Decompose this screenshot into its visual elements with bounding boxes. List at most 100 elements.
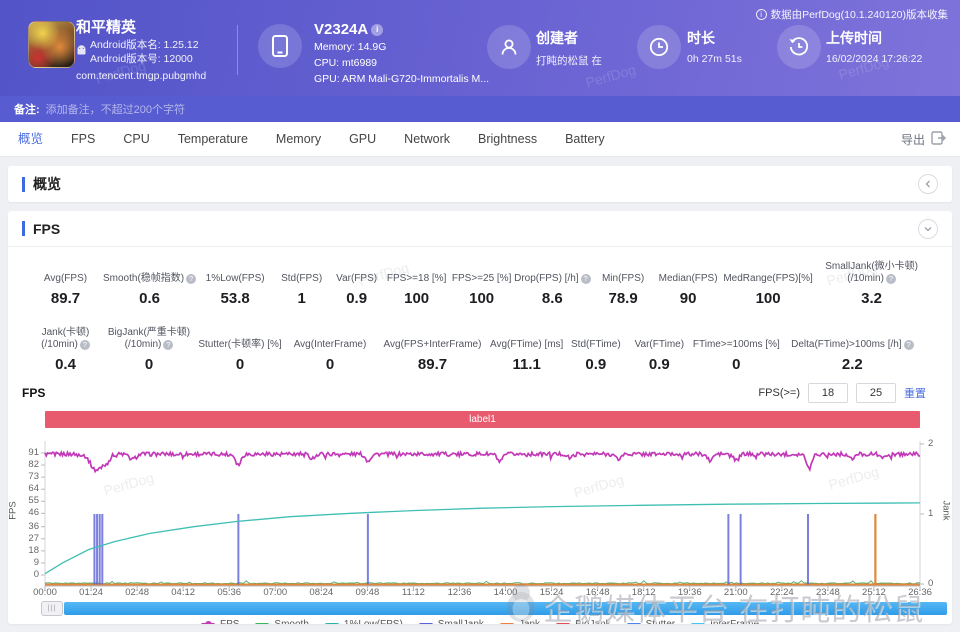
tab-概览[interactable]: 概览: [4, 122, 57, 157]
axis-tick-label: 04:12: [171, 587, 196, 598]
metric-jank-: Jank(卡顿) (/10min)? 0.4: [28, 325, 103, 373]
tab-Battery[interactable]: Battery: [551, 122, 619, 157]
tab-Memory[interactable]: Memory: [262, 122, 335, 157]
metric-ftime-100ms-%-: FTime>=100ms [%] 0: [690, 325, 782, 373]
overview-section: 概览: [8, 166, 952, 202]
tab-CPU[interactable]: CPU: [109, 122, 163, 157]
fps-chart-plot[interactable]: [40, 433, 926, 591]
metric-std-fps-: Std(FPS) 1: [274, 259, 329, 307]
export-label: 导出: [900, 132, 925, 147]
fps-chart: label1 FPS Jank ||| FPS Smooth 1%Low(FPS) S…: [8, 409, 952, 624]
tab-bar: 概览 FPS CPU Temperature Memory GPU Network Brigh…: [0, 122, 960, 157]
legend-item-bigjank[interactable]: BigJank: [556, 619, 611, 624]
metric-var-ftime-: Var(FTime) 0.9: [628, 325, 690, 373]
metric-bigjank-: BigJank(严重卡顿) (/10min)? 0: [103, 325, 195, 373]
metric-std-ftime-: Std(FTime) 0.9: [563, 325, 628, 373]
metric-value: 0.6: [139, 290, 160, 307]
fps-chart-controls: FPS FPS(>=) 重置: [8, 383, 952, 405]
android-icon: [76, 44, 87, 62]
upload-time-block: 上传时间 16/02/2024 17:26:22: [826, 28, 922, 65]
legend-item-smalljank[interactable]: SmallJank: [418, 619, 484, 624]
fps-section-title: FPS: [33, 220, 61, 237]
help-icon[interactable]: ?: [163, 340, 174, 350]
tab-Temperature[interactable]: Temperature: [164, 122, 262, 157]
axis-tick-label: 18:12: [631, 587, 656, 598]
upload-time-value: 16/02/2024 17:26:22: [826, 53, 923, 65]
device-info-icon[interactable]: i: [371, 24, 384, 36]
axis-tick-label: 1: [928, 508, 934, 519]
legend-item-1%low-fps-[interactable]: 1%Low(FPS): [324, 619, 403, 624]
device-cpu: CPU: mt6989: [314, 57, 378, 69]
legend-item-interframe[interactable]: InterFrame: [691, 619, 759, 624]
help-icon[interactable]: ?: [903, 340, 914, 350]
game-title: 和平精英: [76, 19, 137, 36]
metric-value: 8.6: [541, 290, 563, 307]
axis-tick-label: 09:48: [355, 587, 380, 598]
metric-value: 89.7: [50, 290, 81, 307]
legend-item-stutter[interactable]: Stutter: [626, 619, 675, 624]
overview-section-title: 概览: [33, 176, 61, 192]
metric-delta-ftime-100ms-h-: Delta(FTime)>100ms [/h]? 2.2: [782, 325, 922, 373]
metric-value: 78.9: [608, 290, 638, 307]
scrollbar-track[interactable]: [64, 602, 947, 615]
legend-marker: [418, 623, 433, 624]
overview-collapse-button[interactable]: [918, 174, 938, 194]
scrollbar-handle[interactable]: |||: [41, 601, 63, 616]
metric-stutter-%-: Stutter(卡顿率) [%] 0: [195, 325, 285, 373]
app-version-block: Android版本名: 1.25.12 Android版本号: 12000: [90, 38, 199, 66]
device-icon: [258, 24, 302, 68]
duration-value: 0h 27m 51s: [687, 53, 742, 65]
axis-tick-label: 22:24: [769, 587, 794, 598]
report-header: 和平精英 Android版本名: 1.25.12 Android版本号: 120…: [0, 0, 960, 96]
fps-threshold-input-1[interactable]: [808, 383, 848, 403]
metric-value: 90: [679, 290, 697, 307]
remark-label: 备注:: [14, 104, 40, 116]
chart-label-bar: label1: [45, 411, 920, 428]
axis-tick-label: 27: [28, 532, 39, 544]
help-icon[interactable]: ?: [580, 274, 591, 284]
tab-FPS[interactable]: FPS: [57, 122, 109, 157]
duration-icon: [637, 25, 681, 69]
help-icon[interactable]: ?: [79, 340, 90, 350]
section-accent-bar: [22, 176, 25, 192]
export-button[interactable]: 导出: [900, 130, 946, 148]
axis-tick-label: 15:24: [539, 587, 564, 598]
axis-tick-label: 07:00: [263, 587, 288, 598]
metric-1%low-fps-: 1%Low(FPS) 53.8: [196, 259, 274, 307]
collected-by-note: i 数据由PerfDog(10.1.240120)版本收集: [755, 7, 948, 22]
legend-item-fps[interactable]: FPS: [200, 619, 239, 624]
chart-legend: FPS Smooth 1%Low(FPS) SmallJank Jank BigJank S…: [8, 619, 952, 624]
legend-item-smooth[interactable]: Smooth: [255, 619, 309, 624]
axis-tick-label: 0: [33, 569, 39, 580]
tab-Brightness[interactable]: Brightness: [464, 122, 551, 157]
metric-value: 2.2: [841, 356, 863, 373]
help-icon[interactable]: ?: [186, 274, 197, 284]
axis-tick-label: 25:12: [862, 587, 886, 598]
tab-GPU[interactable]: GPU: [335, 122, 390, 157]
metric-smooth-: Smooth(稳帧指数)? 0.6: [103, 259, 197, 307]
threshold-label: FPS(>=): [758, 387, 800, 399]
legend-item-jank[interactable]: Jank: [499, 619, 540, 624]
chart-scrollbar: |||: [41, 601, 947, 616]
game-app-icon: [28, 21, 75, 68]
metric-value: 1: [297, 290, 306, 307]
metric-smalljank-: SmallJank(微小卡顿) (/10min)? 3.2: [816, 259, 928, 307]
fps-collapse-button[interactable]: [918, 219, 938, 239]
device-model: V2324A: [314, 21, 369, 38]
legend-marker: [626, 623, 641, 624]
tab-Network[interactable]: Network: [390, 122, 464, 157]
metric-value: 0: [144, 356, 154, 373]
axis-tick-label: 14:00: [493, 587, 518, 598]
axis-tick-label: 19:36: [677, 587, 702, 598]
axis-tick-label: 18: [28, 544, 39, 556]
creator-icon: [487, 25, 531, 69]
metric-value: 0.9: [346, 290, 368, 307]
axis-tick-label: 23:48: [816, 587, 840, 598]
remark-bar[interactable]: 备注: 添加备注，不超过200个字符: [0, 96, 960, 122]
legend-marker: [556, 623, 571, 624]
reset-link[interactable]: 重置: [904, 385, 926, 401]
axis-tick-label: 2: [928, 438, 934, 449]
help-icon[interactable]: ?: [885, 274, 896, 284]
axis-tick-label: 9: [33, 556, 39, 568]
fps-threshold-input-2[interactable]: [856, 383, 896, 403]
